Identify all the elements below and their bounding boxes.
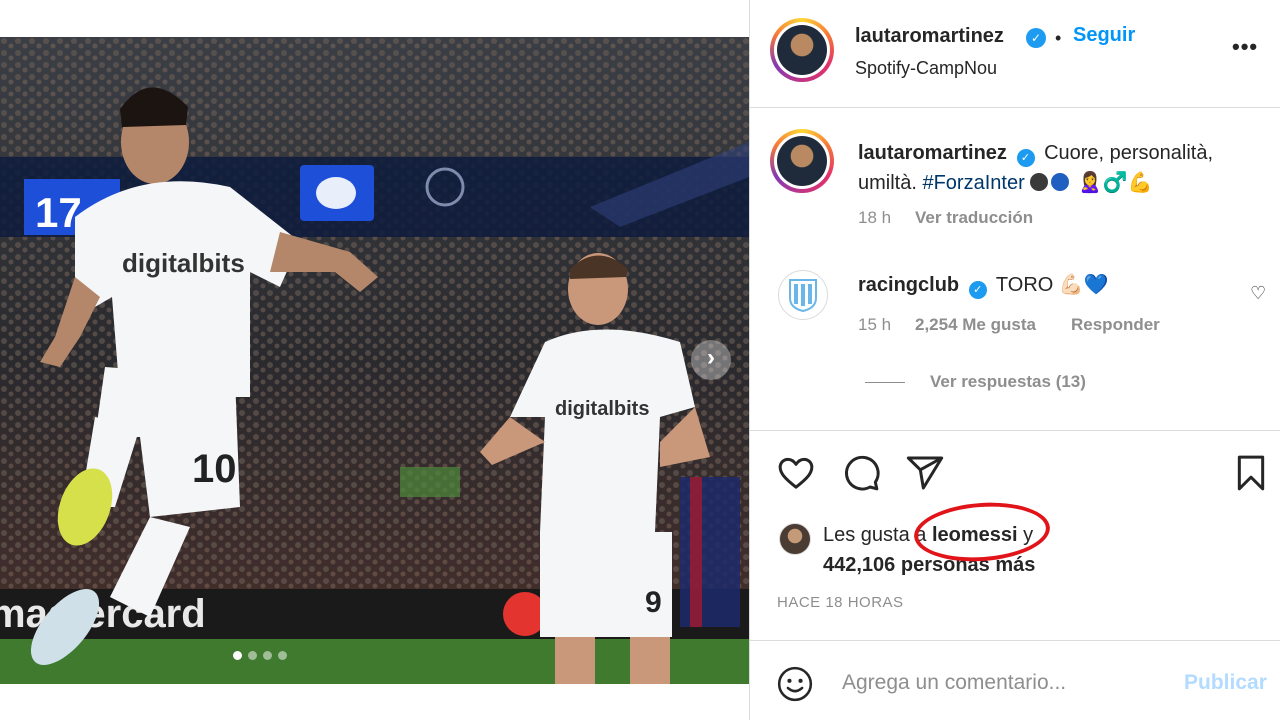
shirt-sponsor-left: digitalbits — [122, 248, 245, 278]
publish-button[interactable]: Publicar — [1184, 671, 1267, 695]
photo-illustration: 17 mastercard digitalbits 10 digitalbits… — [0, 37, 749, 684]
caption-avatar[interactable] — [770, 129, 834, 193]
hashtag-link[interactable]: #ForzaInter — [922, 172, 1024, 194]
author-avatar[interactable] — [770, 18, 834, 82]
carousel-dot-1 — [233, 651, 242, 660]
caption: lautaromartinez ✓ Cuore, personalità, um… — [858, 138, 1268, 198]
racing-shield-icon — [789, 279, 817, 312]
like-comment-heart-icon[interactable]: ♡ — [1250, 283, 1266, 304]
shirt-sponsor-right: digitalbits — [555, 398, 649, 420]
blue-circle-emoji-icon — [1051, 173, 1070, 191]
black-circle-emoji-icon — [1030, 173, 1049, 191]
share-paper-plane-icon[interactable] — [905, 453, 945, 493]
separator-dot: • — [1055, 28, 1062, 48]
emoji-smiley-icon[interactable] — [776, 665, 814, 703]
shirt-number-right: 9 — [645, 586, 662, 619]
carousel-dot-4 — [278, 651, 287, 660]
comment-likes-count[interactable]: 2,254 Me gusta — [915, 315, 1036, 335]
post-timestamp: HACE 18 HORAS — [777, 594, 904, 611]
carousel-dot-2 — [248, 651, 257, 660]
verified-badge-icon: ✓ — [1016, 149, 1035, 167]
carousel-dot-3 — [263, 651, 272, 660]
ad-board-text: mastercard — [0, 592, 206, 636]
verified-badge-icon: ✓ — [968, 280, 987, 299]
comment-composer: Publicar — [750, 640, 1280, 720]
caption-time: 18 h — [858, 208, 892, 227]
comment-line: racingclub ✓ TORO 💪🏻💙 — [858, 272, 1109, 299]
comment-time: 15 h — [858, 315, 892, 334]
author-username[interactable]: lautaromartinez — [855, 25, 1004, 48]
post-actions: Les gusta a leomessi y 442,106 personas … — [750, 430, 1280, 640]
carousel-indicator — [233, 651, 287, 660]
comment-input[interactable] — [842, 663, 1172, 703]
save-bookmark-icon[interactable] — [1231, 453, 1271, 493]
post-location[interactable]: Spotify-CampNou — [855, 58, 997, 79]
scoreboard-number: 17 — [35, 189, 82, 236]
post-side-panel: lautaromartinez ✓ • Seguir Spotify-CampN… — [749, 0, 1280, 720]
more-options-icon[interactable]: ••• — [1232, 34, 1258, 60]
view-replies-button[interactable]: Ver respuestas (13) — [930, 372, 1086, 392]
likes-prefix: Les gusta a — [823, 524, 927, 546]
media-area: 17 mastercard digitalbits 10 digitalbits… — [0, 0, 749, 720]
shirt-number-left: 10 — [192, 447, 237, 491]
replies-divider-line — [865, 382, 905, 383]
see-translation-button[interactable]: Ver traducción — [915, 208, 1033, 228]
caption-username[interactable]: lautaromartinez — [858, 142, 1007, 164]
like-heart-icon[interactable] — [776, 453, 816, 493]
verified-badge-icon: ✓ — [1026, 28, 1046, 48]
liker-avatar[interactable] — [779, 523, 811, 555]
follow-button[interactable]: Seguir — [1073, 24, 1135, 47]
comment-bubble-icon[interactable] — [841, 453, 881, 493]
reply-button[interactable]: Responder — [1071, 315, 1160, 335]
comment-text: TORO 💪🏻💙 — [995, 274, 1109, 296]
caption-emojis: 🙎‍♀️♂️💪 — [1077, 172, 1153, 194]
chevron-right-icon: › — [707, 344, 715, 371]
instagram-post-page: 17 mastercard digitalbits 10 digitalbits… — [0, 0, 1280, 720]
racingclub-avatar[interactable] — [778, 270, 828, 320]
post-photo[interactable]: 17 mastercard digitalbits 10 digitalbits… — [0, 37, 749, 684]
post-header: lautaromartinez ✓ • Seguir Spotify-CampN… — [750, 0, 1280, 108]
comment-username[interactable]: racingclub — [858, 274, 959, 296]
next-slide-button[interactable]: › — [691, 340, 731, 380]
